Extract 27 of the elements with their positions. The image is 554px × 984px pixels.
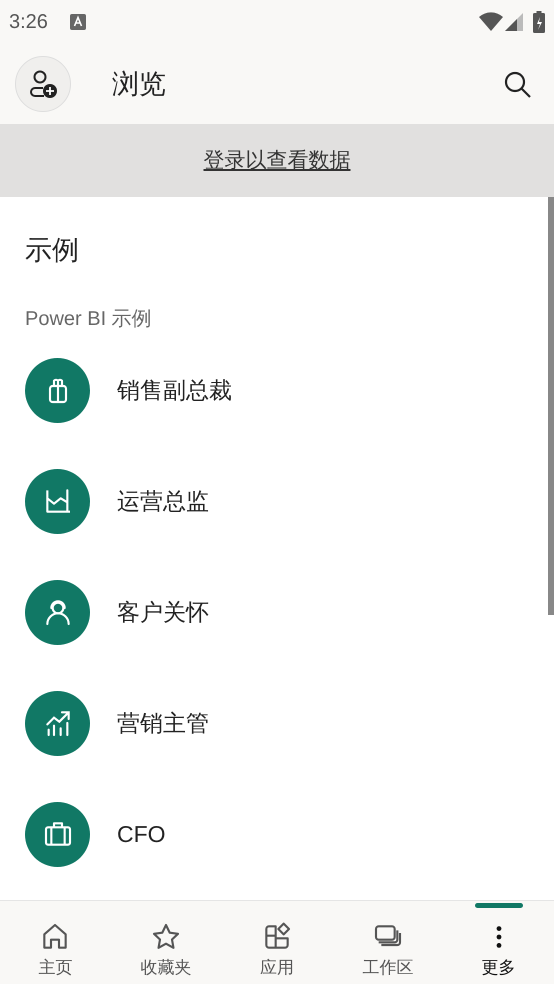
sample-item[interactable]: 销售副总裁 [25, 358, 529, 422]
sample-label: 销售副总裁 [117, 376, 232, 405]
sample-item[interactable]: 运营总监 [25, 468, 529, 534]
sample-item[interactable]: CFO [25, 802, 529, 866]
keyboard-notification-icon [70, 14, 86, 30]
search-icon [502, 69, 532, 99]
selected-indicator [474, 903, 523, 908]
sample-item[interactable]: 客户关怀 [25, 580, 529, 644]
section-title: 示例 [25, 234, 80, 267]
section-subtitle: Power BI 示例 [25, 306, 153, 332]
sample-label: 运营总监 [117, 486, 209, 516]
sign-in-link[interactable]: 登录以查看数据 [204, 144, 350, 176]
wifi-icon [479, 12, 503, 32]
sample-item[interactable]: 营销主管 [25, 690, 529, 756]
sample-label: 营销主管 [117, 708, 209, 738]
nav-tab[interactable]: 收藏夹 [110, 901, 222, 984]
status-time: 3:26 [9, 10, 48, 35]
scrollbar[interactable] [548, 197, 554, 615]
signal-icon [505, 13, 523, 31]
nav-tab[interactable]: 工作区 [332, 901, 444, 984]
sample-label: 客户关怀 [117, 598, 209, 627]
sample-label: CFO [117, 820, 166, 849]
nav-tab[interactable]: 主页 [0, 901, 111, 984]
nav-tab[interactable]: 应用 [222, 901, 332, 984]
battery-icon [533, 11, 545, 33]
nav-tab[interactable]: 更多 [443, 901, 554, 984]
page-title: 浏览 [112, 68, 166, 101]
